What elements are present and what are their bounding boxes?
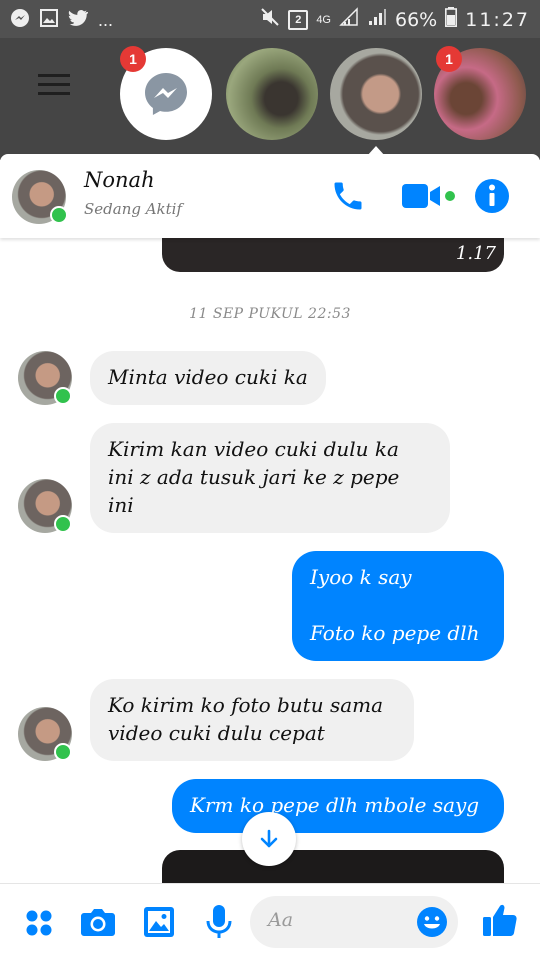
- contact-name[interactable]: Nonah: [84, 168, 155, 192]
- conversation-header: Nonah Sedang Aktif: [0, 154, 540, 238]
- online-indicator: [54, 515, 72, 533]
- menu-icon[interactable]: [38, 74, 70, 96]
- online-indicator: [54, 387, 72, 405]
- message-list[interactable]: 1.17 11 SEP PUKUL 22:53 Minta video cuki…: [0, 238, 540, 883]
- incoming-message[interactable]: Ko kirim ko foto butu sama video cuki du…: [90, 679, 414, 761]
- signal-icon: [339, 7, 359, 33]
- scroll-to-bottom-button[interactable]: [242, 812, 296, 866]
- video-duration: 1.17: [455, 243, 496, 264]
- emoji-icon[interactable]: [416, 906, 448, 942]
- battery-percent: 66%: [395, 9, 438, 31]
- microphone-icon[interactable]: [205, 904, 233, 944]
- contact-status: Sedang Aktif: [84, 200, 183, 218]
- clock: 11:27: [465, 9, 530, 31]
- chat-head-contact-1[interactable]: [226, 48, 318, 140]
- network-type: 4G: [316, 14, 331, 26]
- online-indicator: [50, 206, 68, 224]
- messenger-notification-icon: [10, 8, 30, 33]
- mute-icon: [260, 7, 280, 33]
- sim-icon: 2: [288, 10, 309, 30]
- like-icon[interactable]: [482, 902, 518, 942]
- composer-bar: Aa: [0, 883, 540, 961]
- phone-icon[interactable]: [330, 178, 366, 218]
- chat-head-contact-active[interactable]: [330, 48, 422, 140]
- status-bar: ... 2 4G 66% 11:27: [0, 0, 540, 38]
- more-apps-icon[interactable]: [24, 908, 54, 942]
- arrow-down-icon: [260, 829, 278, 848]
- twitter-notification-icon: [68, 9, 89, 32]
- chat-heads-bar: 1 1: [0, 38, 540, 160]
- online-indicator: [54, 743, 72, 761]
- overflow-text: ...: [98, 10, 114, 30]
- message-input[interactable]: Aa: [250, 896, 458, 948]
- incoming-message[interactable]: Minta video cuki ka: [90, 351, 326, 405]
- outgoing-message[interactable]: Iyoo k say Foto ko pepe dlh: [292, 551, 504, 661]
- unread-badge: 1: [436, 46, 462, 72]
- video-message[interactable]: [162, 850, 504, 883]
- image-notification-icon: [40, 9, 58, 32]
- battery-icon: [445, 7, 458, 33]
- video-message[interactable]: 1.17: [162, 238, 504, 272]
- gallery-icon[interactable]: [143, 906, 175, 942]
- camera-icon[interactable]: [80, 906, 116, 942]
- outgoing-message[interactable]: Krm ko pepe dlh mbole sayg: [172, 779, 504, 833]
- incoming-message[interactable]: Kirim kan video cuki dulu ka ini z ada t…: [90, 423, 450, 533]
- info-icon[interactable]: [474, 178, 510, 218]
- messenger-logo-icon: [145, 73, 187, 115]
- video-call-icon[interactable]: [402, 182, 456, 214]
- date-separator: 11 SEP PUKUL 22:53: [189, 306, 351, 322]
- unread-badge: 1: [120, 46, 146, 72]
- message-input-placeholder: Aa: [268, 909, 294, 931]
- signal-2-icon: [367, 7, 387, 33]
